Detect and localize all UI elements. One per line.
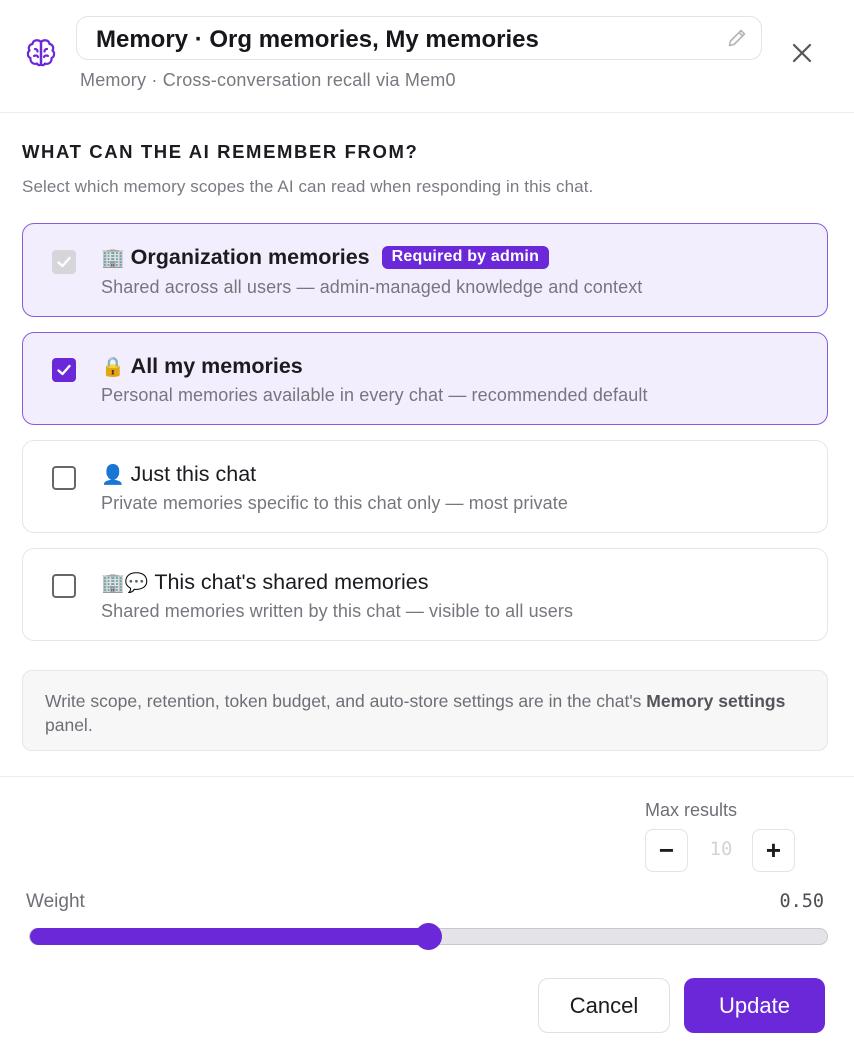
scope-label: Just this chat [130,462,257,486]
weight-slider-thumb[interactable] [415,923,442,950]
cancel-button[interactable]: Cancel [538,978,670,1033]
lock-icon: 🔒 [101,356,125,378]
settings-note-text: Write scope, retention, token budget, an… [45,689,805,737]
note-text-before: Write scope, retention, token budget, an… [45,691,647,711]
person-icon: 👤 [101,464,125,486]
weight-slider-fill [30,928,429,945]
weight-label: Weight [26,891,85,912]
scope-section-description: Select which memory scopes the AI can re… [22,177,594,196]
scope-title: 🏢💬 This chat's shared memories [101,570,428,595]
close-icon[interactable] [789,40,815,66]
scope-description: Shared across all users — admin-managed … [101,277,643,297]
note-text-after: panel. [45,715,93,735]
organization-checkbox [52,250,76,274]
max-results-increment-button[interactable]: + [752,829,795,872]
chat-shared-checkbox[interactable] [52,574,76,598]
memory-settings-label: Memory settings [646,691,786,711]
update-button[interactable]: Update [684,978,825,1033]
all-my-memories-checkbox[interactable] [52,358,76,382]
required-badge: Required by admin [381,246,550,269]
scope-label: Organization memories [130,245,370,269]
scope-option-all-my-memories[interactable]: 🔒 All my memories Personal memories avai… [22,332,828,425]
weight-value: 0.50 [779,891,824,912]
building-speech-icon: 🏢💬 [101,572,149,594]
scope-description: Shared memories written by this chat — v… [101,601,574,621]
dialog-subtitle: Memory · Cross-conversation recall via M… [80,70,456,90]
dialog-header: Memory · Org memories, My memories Memor… [0,0,854,113]
max-results-value[interactable]: 10 [700,838,742,860]
pencil-icon[interactable] [726,27,748,49]
max-results-decrement-button[interactable]: − [645,829,688,872]
dialog-title: Memory · Org memories, My memories [96,26,539,53]
max-results-label: Max results [645,800,738,820]
scope-title: 🔒 All my memories [101,354,303,379]
scope-title: 🏢 Organization memories Required by admi… [101,245,550,270]
section-divider [0,776,854,777]
scope-option-organization: 🏢 Organization memories Required by admi… [22,223,828,317]
scope-label: This chat's shared memories [154,570,429,594]
just-this-chat-checkbox[interactable] [52,466,76,490]
scope-option-chat-shared[interactable]: 🏢💬 This chat's shared memories Shared me… [22,548,828,641]
title-field[interactable]: Memory · Org memories, My memories [76,16,762,60]
weight-slider[interactable] [29,923,828,950]
scope-label: All my memories [130,354,303,378]
office-building-icon: 🏢 [101,247,125,269]
scope-section-title: WHAT CAN THE AI REMEMBER FROM? [22,141,419,162]
scope-description: Private memories specific to this chat o… [101,493,568,513]
scope-title: 👤 Just this chat [101,462,256,487]
scope-description: Personal memories available in every cha… [101,385,648,405]
scope-option-just-this-chat[interactable]: 👤 Just this chat Private memories specif… [22,440,828,533]
brain-icon [26,39,56,67]
settings-note: Write scope, retention, token budget, an… [22,670,828,751]
